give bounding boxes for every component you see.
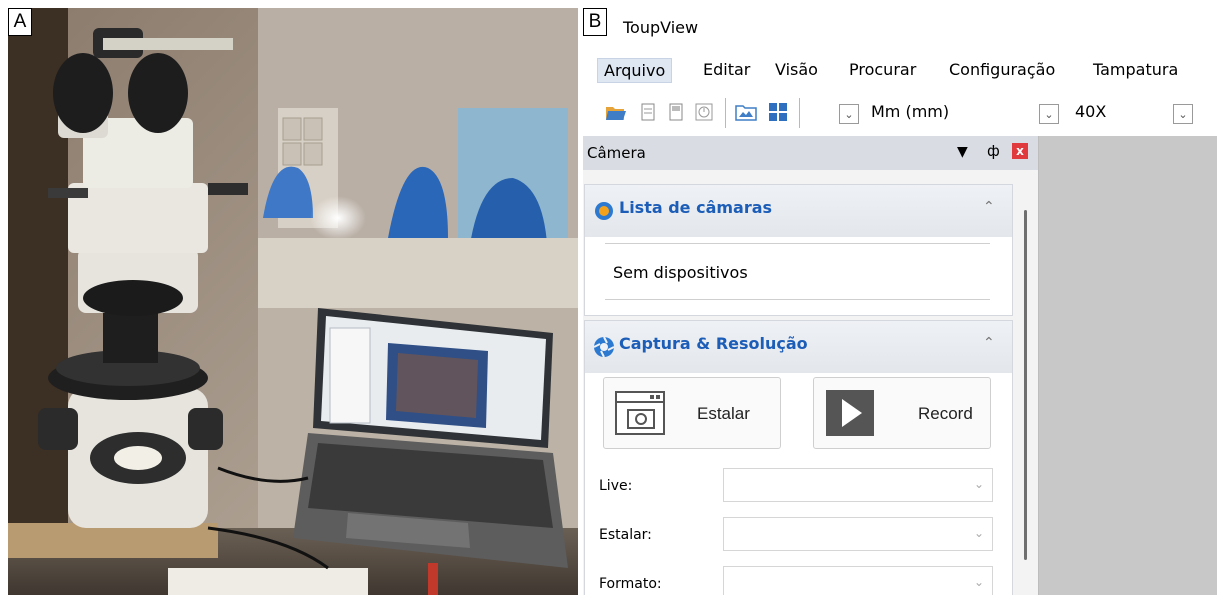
record-button-label: Record [918, 404, 973, 423]
live-label: Live: [599, 478, 633, 494]
panel-a-label: A [8, 8, 32, 36]
panel-b-label: B [583, 8, 607, 36]
menu-editar[interactable]: Editar [697, 58, 756, 81]
unit-dropdown-chevron-icon[interactable]: ⌄ [839, 104, 859, 124]
menu-tampatura[interactable]: Tampatura [1087, 58, 1184, 81]
camera-list-title: Lista de câmaras [619, 198, 773, 217]
toolbar: Mm (mm) ⌄ 40X ⌄ ⌄ [583, 92, 1217, 136]
camera-list-icon [595, 202, 613, 220]
toolbar-separator [725, 98, 726, 128]
snap-button[interactable]: Estalar [603, 377, 781, 449]
camera-list-header[interactable]: Lista de câmaras ⌃ [585, 185, 1012, 237]
save-as-icon[interactable] [665, 100, 687, 124]
magnification-dropdown-arrow-icon[interactable]: ⌄ [1173, 104, 1193, 124]
camera-panel: Câmera ▼ ф x Lista de câmaras ⌃ Sem disp… [583, 136, 1039, 595]
menu-procurar[interactable]: Procurar [843, 58, 922, 81]
camera-panel-header: Câmera ▼ ф x [583, 136, 1038, 170]
browse-folder-icon[interactable] [735, 100, 757, 124]
toupview-window: ToupView Arquivo Editar Visão Procurar C… [583, 8, 1217, 595]
snap-button-label: Estalar [697, 404, 750, 423]
capture-resolution-section: Captura & Resolução ⌃ Estalar Record Liv… [584, 320, 1013, 595]
menu-arquivo[interactable]: Arquivo [597, 58, 673, 83]
pin-icon[interactable]: ф [987, 142, 1000, 160]
magnification-value: 40X [1075, 102, 1107, 121]
workspace-area [1038, 136, 1217, 595]
format-select[interactable]: ⌄ [723, 566, 993, 595]
camera-panel-title: Câmera [587, 144, 646, 162]
chevron-down-icon: ⌄ [973, 575, 984, 589]
microscope-scene [8, 8, 578, 595]
no-devices-text: Sem dispositivos [613, 263, 748, 282]
title-bar: ToupView [583, 8, 1217, 46]
chevron-down-icon: ⌄ [973, 477, 984, 491]
divider [605, 243, 990, 244]
snap-resolution-select[interactable]: ⌄ [723, 517, 993, 551]
collapse-chevron-icon[interactable]: ⌃ [983, 335, 995, 351]
capture-resolution-header[interactable]: Captura & Resolução ⌃ [585, 321, 1012, 373]
unit-dropdown-arrow-icon[interactable]: ⌄ [1039, 104, 1059, 124]
unit-select-value: Mm (mm) [871, 102, 950, 121]
menu-bar: Arquivo Editar Visão Procurar Configuraç… [583, 52, 1217, 86]
camera-list-section: Lista de câmaras ⌃ Sem dispositivos [584, 184, 1013, 316]
save-icon[interactable] [637, 100, 659, 124]
aperture-icon [593, 336, 615, 362]
app-title: ToupView [623, 18, 699, 37]
panel-scrollbar[interactable] [1024, 210, 1027, 560]
collapse-chevron-icon[interactable]: ⌃ [983, 199, 995, 215]
menu-configuracao[interactable]: Configuração [943, 58, 1061, 81]
toolbar-separator [799, 98, 800, 128]
clock-icon[interactable] [693, 100, 715, 124]
camera-snap-icon [614, 388, 666, 442]
live-resolution-select[interactable]: ⌄ [723, 468, 993, 502]
capture-resolution-title: Captura & Resolução [619, 334, 808, 353]
microscope-photo [8, 8, 578, 595]
format-label: Formato: [599, 576, 662, 592]
record-button[interactable]: Record [813, 377, 991, 449]
menu-visao[interactable]: Visão [769, 58, 824, 81]
grid-view-icon[interactable] [767, 100, 789, 124]
close-icon[interactable]: x [1012, 143, 1028, 159]
panel-options-icon[interactable]: ▼ [957, 144, 968, 160]
chevron-down-icon: ⌄ [973, 526, 984, 540]
snap-resolution-label: Estalar: [599, 527, 652, 543]
divider [605, 299, 990, 300]
play-record-icon [826, 390, 874, 436]
open-folder-icon[interactable] [605, 100, 627, 124]
